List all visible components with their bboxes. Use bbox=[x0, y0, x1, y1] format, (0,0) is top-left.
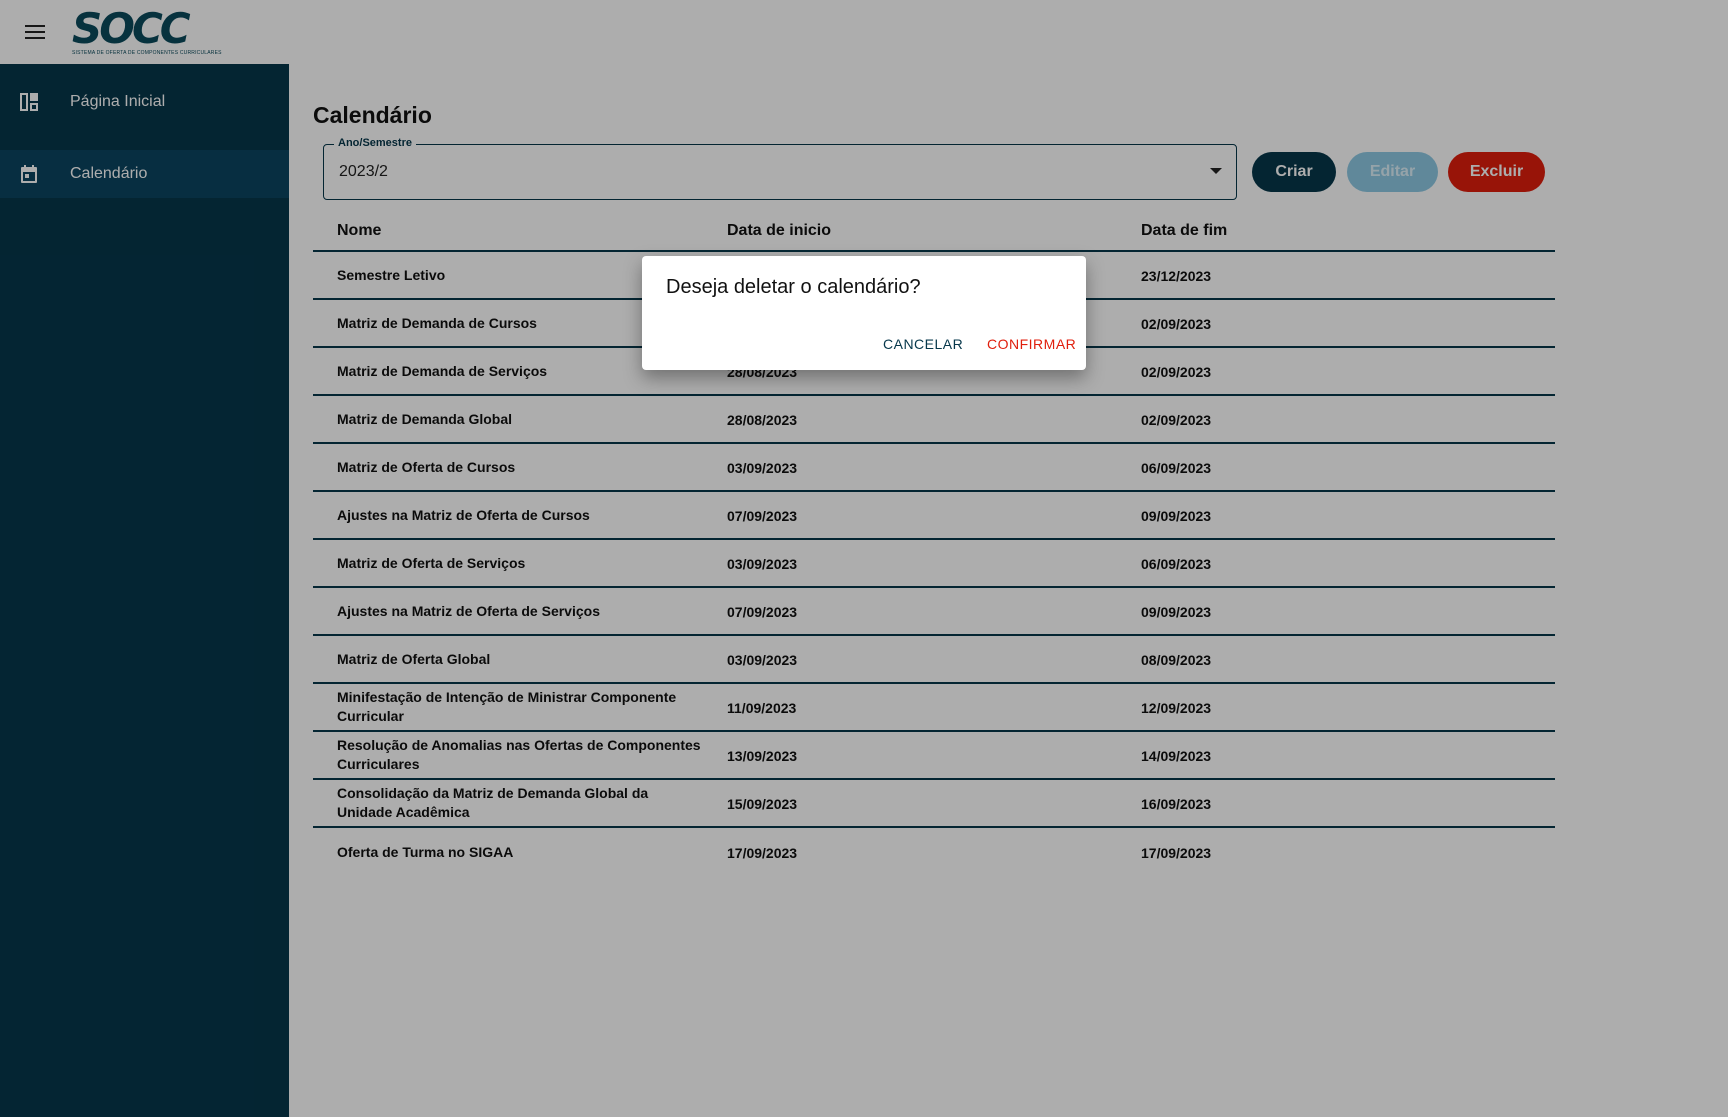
modal-backdrop[interactable] bbox=[0, 0, 1728, 1117]
cancel-button[interactable]: CANCELAR bbox=[883, 336, 963, 352]
confirm-button[interactable]: CONFIRMAR bbox=[987, 336, 1076, 352]
delete-confirm-dialog: Deseja deletar o calendário? CANCELAR CO… bbox=[642, 256, 1086, 370]
dialog-title: Deseja deletar o calendário? bbox=[666, 276, 921, 298]
